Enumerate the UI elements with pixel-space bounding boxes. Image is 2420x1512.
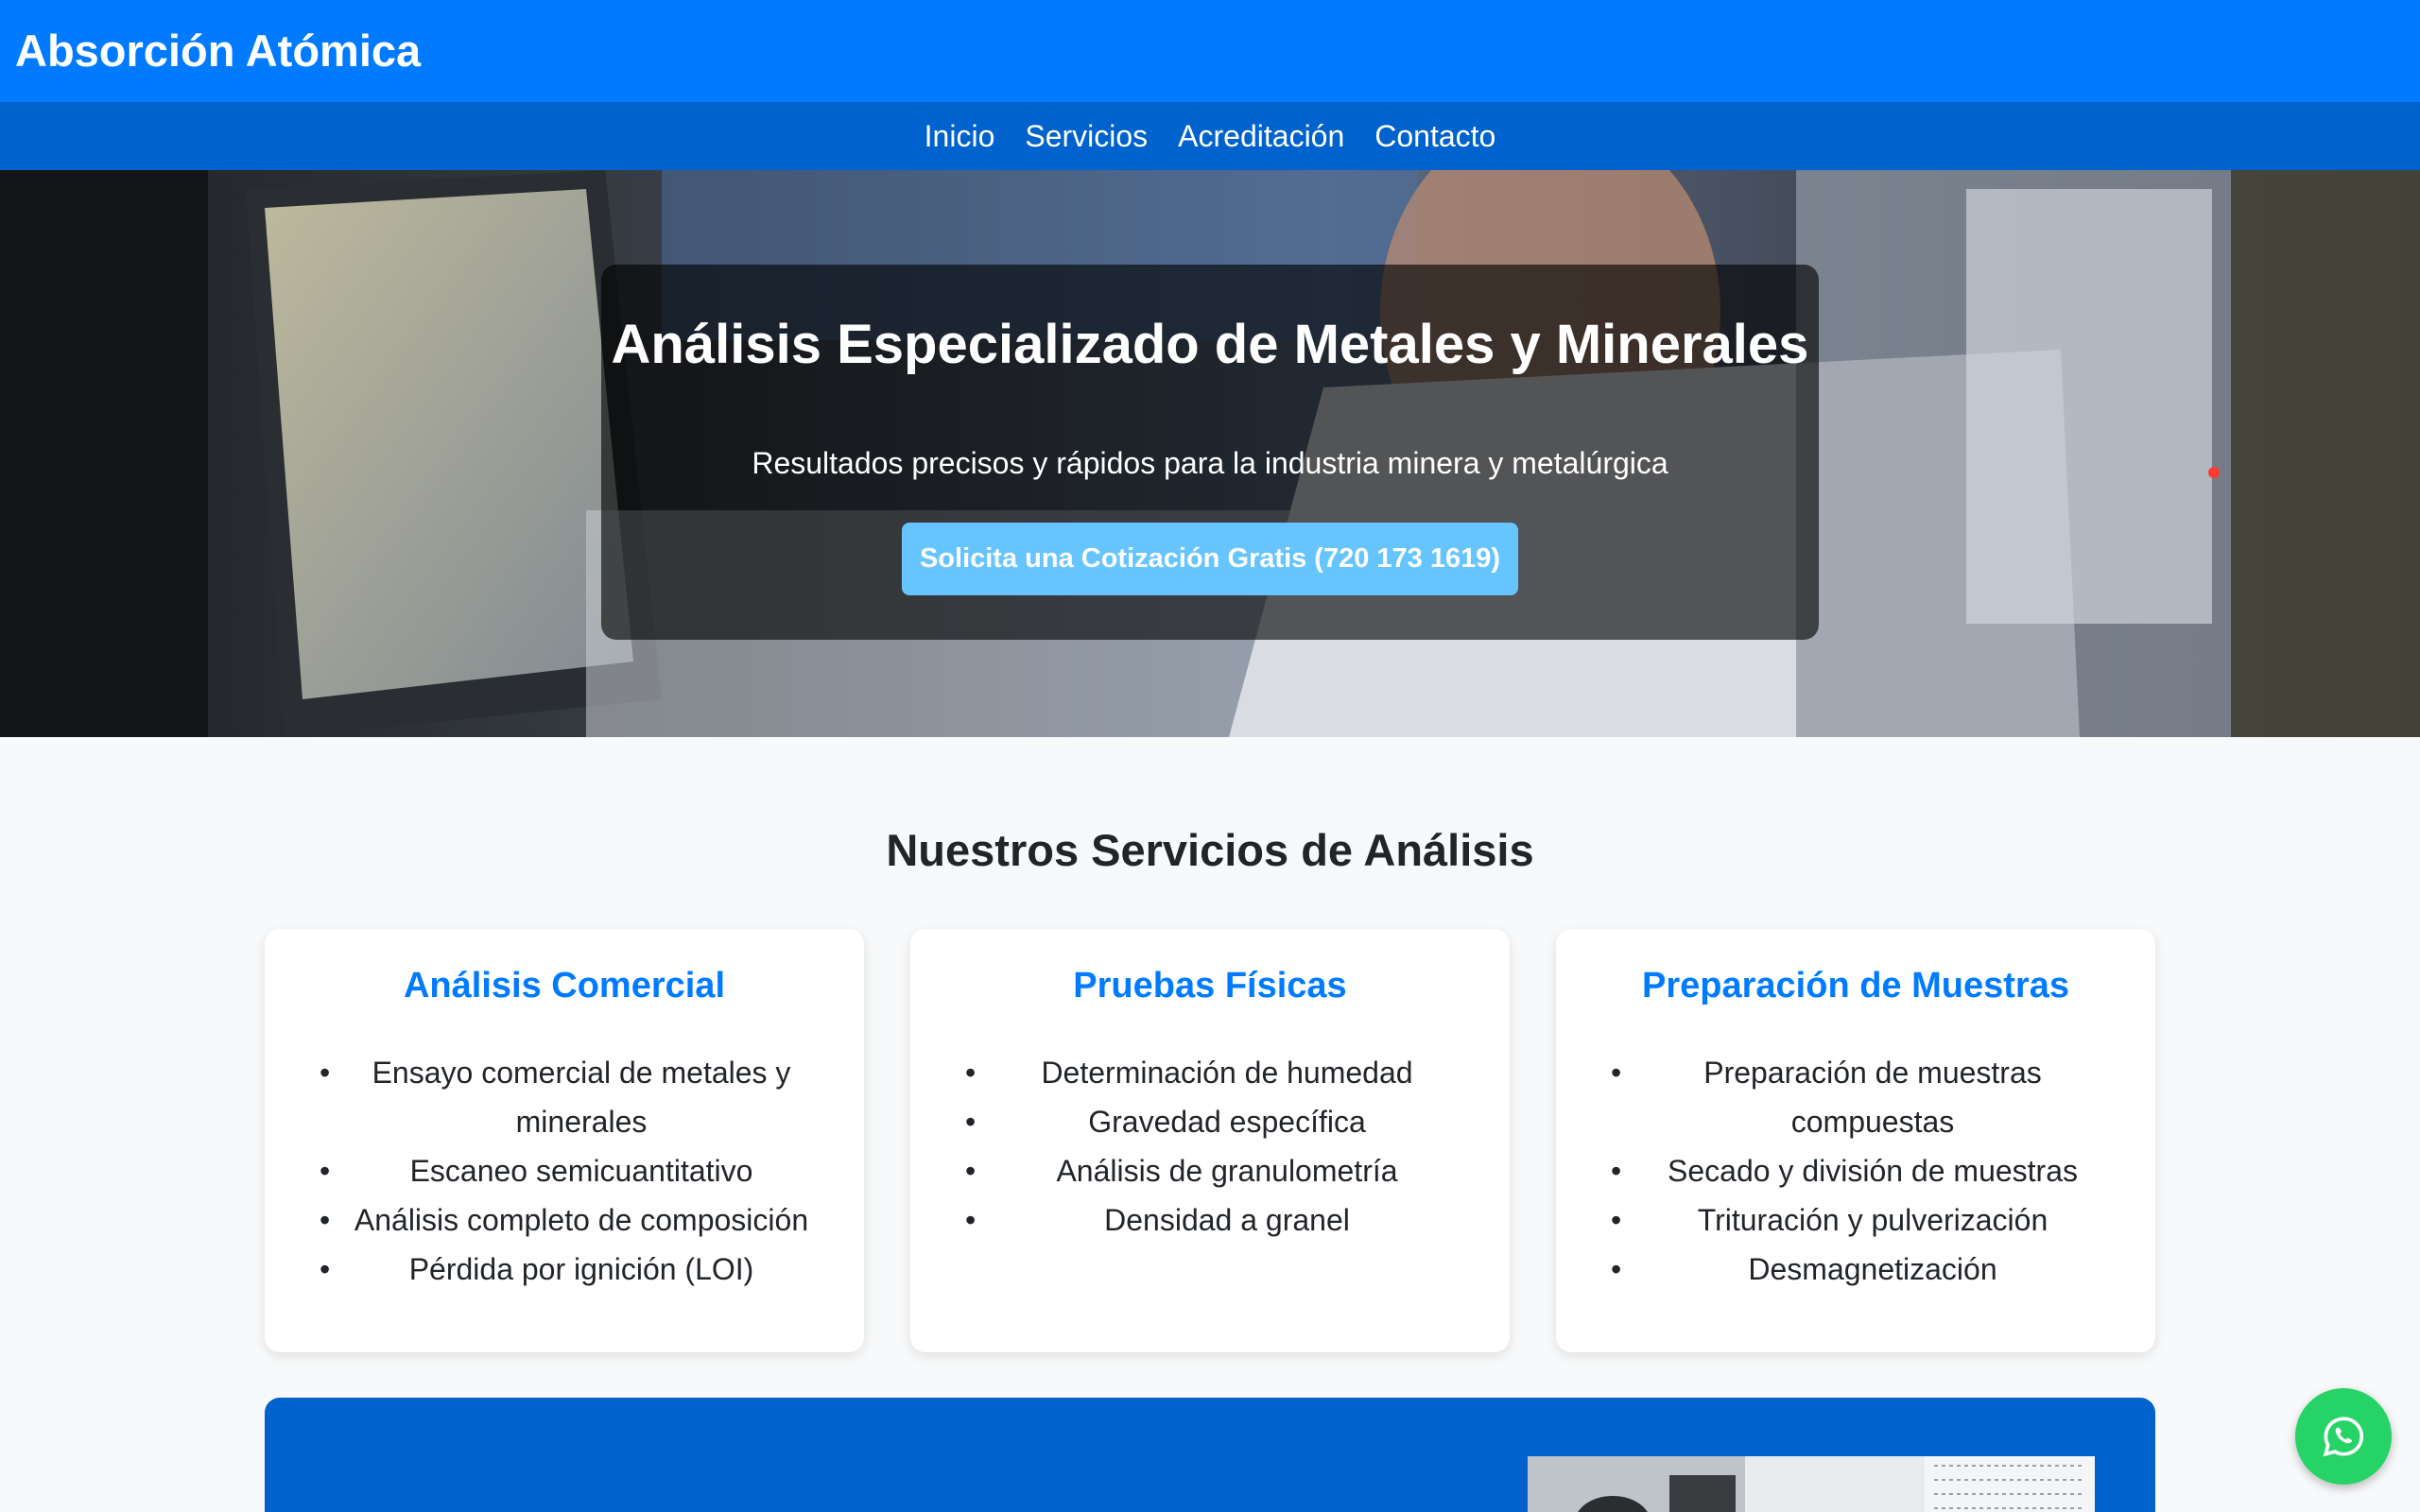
nav-link-contacto[interactable]: Contacto bbox=[1374, 117, 1495, 155]
list-item: Escaneo semicuantitativo bbox=[320, 1146, 822, 1195]
card-title: Preparación de Muestras bbox=[1642, 966, 2069, 1005]
list-item: Gravedad específica bbox=[965, 1097, 1468, 1146]
list-item: Trituración y pulverización bbox=[1611, 1195, 2114, 1245]
list-item: Preparación de muestras compuestas bbox=[1611, 1048, 2114, 1146]
hero-subtitle: Resultados precisos y rápidos para la in… bbox=[752, 446, 1668, 480]
list-item: Determinación de humedad bbox=[965, 1048, 1468, 1097]
card-list: Preparación de muestras compuestas Secad… bbox=[1611, 1048, 2114, 1294]
service-card-pruebas-fisicas: Pruebas Físicas Determinación de humedad… bbox=[910, 929, 1510, 1352]
service-card-analisis-comercial: Análisis Comercial Ensayo comercial de m… bbox=[265, 929, 864, 1352]
top-header: Absorción Atómica bbox=[0, 0, 2420, 102]
hero-section: Análisis Especializado de Metales y Mine… bbox=[0, 170, 2420, 737]
card-list: Ensayo comercial de metales y minerales … bbox=[320, 1048, 822, 1294]
brand-title[interactable]: Absorción Atómica bbox=[15, 23, 421, 79]
quote-cta-button[interactable]: Solicita una Cotización Gratis (720 173 … bbox=[902, 523, 1518, 595]
list-item: Análisis de granulometría bbox=[965, 1146, 1468, 1195]
nav-link-acreditacion[interactable]: Acreditación bbox=[1178, 117, 1344, 155]
list-item: Análisis completo de composición bbox=[320, 1195, 822, 1245]
service-card-preparacion-muestras: Preparación de Muestras Preparación de m… bbox=[1556, 929, 2155, 1352]
services-section-title: Nuestros Servicios de Análisis bbox=[886, 825, 1534, 875]
card-title: Análisis Comercial bbox=[403, 966, 726, 1005]
list-item: Densidad a granel bbox=[965, 1195, 1468, 1245]
list-item: Pérdida por ignición (LOI) bbox=[320, 1245, 822, 1294]
nav-link-inicio[interactable]: Inicio bbox=[925, 117, 995, 155]
whatsapp-icon bbox=[2323, 1417, 2364, 1457]
list-item: Secado y división de muestras bbox=[1611, 1146, 2114, 1195]
accreditation-image bbox=[1528, 1456, 2095, 1512]
card-title: Pruebas Físicas bbox=[1073, 966, 1347, 1005]
card-list: Determinación de humedad Gravedad especí… bbox=[965, 1048, 1468, 1245]
main-nav: Inicio Servicios Acreditación Contacto bbox=[0, 102, 2420, 170]
accreditation-banner bbox=[265, 1398, 2155, 1512]
list-item: Ensayo comercial de metales y minerales bbox=[320, 1048, 822, 1146]
hero-title: Análisis Especializado de Metales y Mine… bbox=[611, 314, 1809, 375]
list-item: Desmagnetización bbox=[1611, 1245, 2114, 1294]
nav-link-servicios[interactable]: Servicios bbox=[1025, 117, 1148, 155]
whatsapp-chat-button[interactable] bbox=[2295, 1388, 2392, 1485]
